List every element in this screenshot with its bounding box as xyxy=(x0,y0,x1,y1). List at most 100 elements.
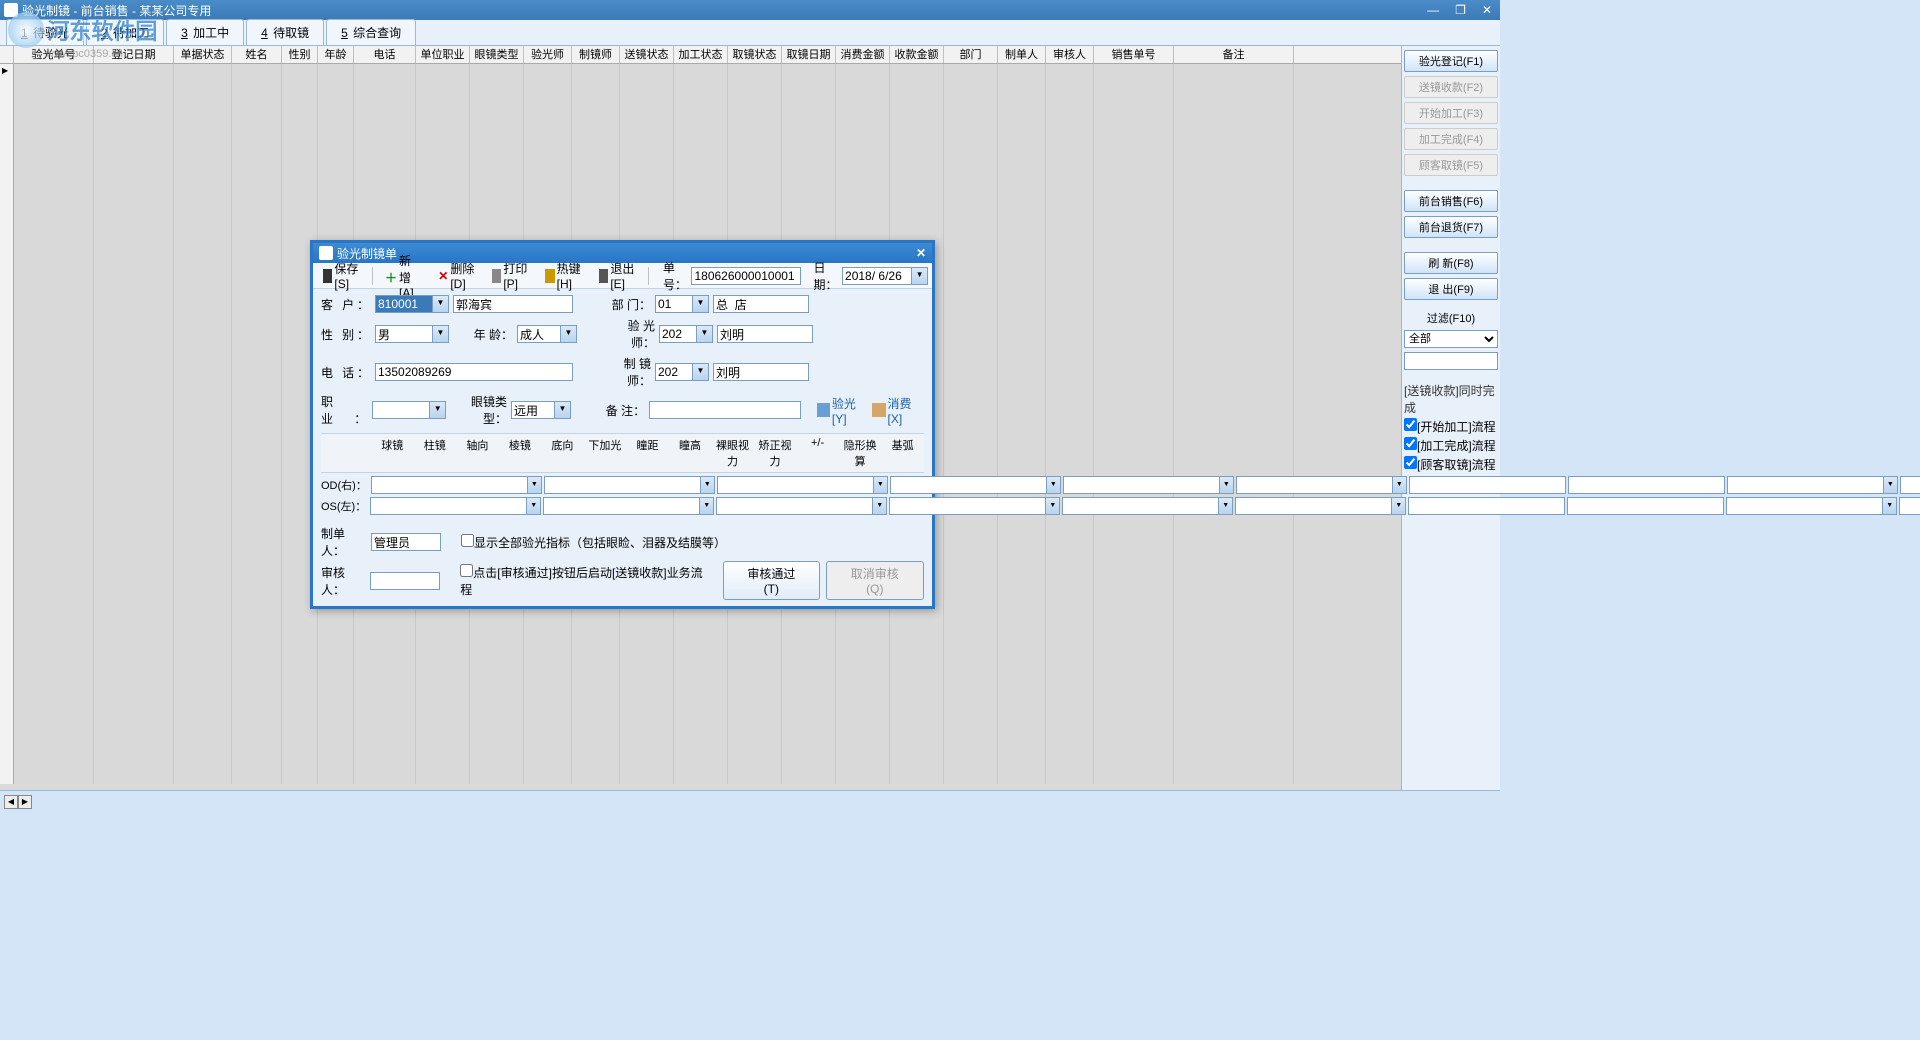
chevron-down-icon[interactable]: ▼ xyxy=(874,476,888,494)
optometrist-name-input[interactable] xyxy=(717,325,813,343)
glasses-type-select[interactable] xyxy=(511,401,555,419)
delete-button[interactable]: ✕删除[D] xyxy=(432,258,482,293)
rx-input[interactable] xyxy=(1900,476,1920,494)
rx-input[interactable] xyxy=(371,476,528,494)
rx-input[interactable] xyxy=(1726,497,1883,515)
chevron-down-icon[interactable]: ▼ xyxy=(1884,476,1898,494)
lensmaker-code-input[interactable] xyxy=(655,363,693,381)
col-header[interactable]: 销售单号 xyxy=(1094,46,1174,63)
exit-button[interactable]: 退 出(F9) xyxy=(1404,278,1498,300)
col-header[interactable]: 姓名 xyxy=(232,46,282,63)
chevron-down-icon[interactable]: ▼ xyxy=(1393,476,1407,494)
rx-input[interactable] xyxy=(1409,476,1566,494)
gender-dropdown-icon[interactable]: ▼ xyxy=(433,325,449,343)
col-header[interactable]: 取镜状态 xyxy=(728,46,782,63)
rx-input[interactable] xyxy=(544,476,701,494)
hotkey-button[interactable]: 热键[H] xyxy=(539,258,589,293)
rx-input[interactable] xyxy=(889,497,1046,515)
customer-name-input[interactable] xyxy=(453,295,573,313)
print-button[interactable]: 打印[P] xyxy=(486,258,535,293)
reviewer-input[interactable] xyxy=(370,572,440,590)
job-dropdown-icon[interactable]: ▼ xyxy=(430,401,446,419)
col-header[interactable]: 登记日期 xyxy=(94,46,174,63)
col-header[interactable]: 制镜师 xyxy=(572,46,620,63)
col-header[interactable]: 单位职业 xyxy=(416,46,470,63)
chevron-down-icon[interactable]: ▼ xyxy=(527,497,541,515)
date-input[interactable] xyxy=(842,267,912,285)
job-select[interactable] xyxy=(372,401,430,419)
chevron-down-icon[interactable]: ▼ xyxy=(701,476,715,494)
col-header[interactable]: 收款金额 xyxy=(890,46,944,63)
lensmaker-dropdown-icon[interactable]: ▼ xyxy=(693,363,709,381)
col-header[interactable]: 加工状态 xyxy=(674,46,728,63)
rx-input[interactable] xyxy=(890,476,1047,494)
optometrist-code-input[interactable] xyxy=(659,325,697,343)
chk-show-all[interactable]: 显示全部验光指标（包括眼睑、泪器及结膜等） xyxy=(461,534,726,551)
col-header[interactable]: 性别 xyxy=(282,46,318,63)
tab-3[interactable]: 3 加工中 xyxy=(166,19,244,45)
col-header[interactable]: 送镜状态 xyxy=(620,46,674,63)
optometrist-dropdown-icon[interactable]: ▼ xyxy=(697,325,713,343)
chk-process-done[interactable]: [加工完成]流程 xyxy=(1404,437,1498,454)
col-header[interactable]: 取镜日期 xyxy=(782,46,836,63)
refresh-button[interactable]: 刷 新(F8) xyxy=(1404,252,1498,274)
col-header[interactable]: 消费金额 xyxy=(836,46,890,63)
tab-5[interactable]: 5 综合查询 xyxy=(326,19,416,45)
minimize-button[interactable]: — xyxy=(1423,3,1443,17)
chevron-down-icon[interactable]: ▼ xyxy=(1046,497,1060,515)
consume-link[interactable]: 消费[X] xyxy=(872,395,924,426)
filter-input[interactable] xyxy=(1404,352,1498,370)
creator-input[interactable] xyxy=(371,533,441,551)
process-done-button[interactable]: 加工完成(F4) xyxy=(1404,128,1498,150)
rx-input[interactable] xyxy=(1899,497,1920,515)
send-pay-button[interactable]: 送镜收款(F2) xyxy=(1404,76,1498,98)
rx-input[interactable] xyxy=(1062,497,1219,515)
rx-input[interactable] xyxy=(1568,476,1725,494)
remark-input[interactable] xyxy=(649,401,801,419)
rx-input[interactable] xyxy=(1727,476,1884,494)
rx-input[interactable] xyxy=(1408,497,1565,515)
col-header[interactable]: 审核人 xyxy=(1046,46,1094,63)
maximize-button[interactable]: ❐ xyxy=(1451,3,1470,17)
rx-input[interactable] xyxy=(370,497,527,515)
rx-input[interactable] xyxy=(1063,476,1220,494)
chevron-down-icon[interactable]: ▼ xyxy=(1392,497,1406,515)
chk-auto-flow[interactable]: 点击[审核通过]按钮后启动[送镜收款]业务流程 xyxy=(460,564,711,598)
chk-start-process[interactable]: [开始加工]流程 xyxy=(1404,418,1498,435)
date-dropdown-icon[interactable]: ▼ xyxy=(912,267,928,285)
modal-close-button[interactable]: ✕ xyxy=(916,246,926,260)
rx-input[interactable] xyxy=(1567,497,1724,515)
register-button[interactable]: 验光登记(F1) xyxy=(1404,50,1498,72)
cancel-approve-button[interactable]: 取消审核(Q) xyxy=(826,561,924,600)
col-header[interactable] xyxy=(0,46,14,63)
lensmaker-name-input[interactable] xyxy=(713,363,809,381)
scroll-controls[interactable]: ◀▶ xyxy=(4,795,32,809)
chevron-down-icon[interactable]: ▼ xyxy=(700,497,714,515)
rx-input[interactable] xyxy=(1235,497,1392,515)
col-header[interactable]: 电话 xyxy=(354,46,416,63)
pickup-button[interactable]: 顾客取镜(F5) xyxy=(1404,154,1498,176)
front-sale-button[interactable]: 前台销售(F6) xyxy=(1404,190,1498,212)
rx-input[interactable] xyxy=(1236,476,1393,494)
dept-dropdown-icon[interactable]: ▼ xyxy=(693,295,709,313)
col-header[interactable]: 年龄 xyxy=(318,46,354,63)
chevron-down-icon[interactable]: ▼ xyxy=(1047,476,1061,494)
rx-input[interactable] xyxy=(716,497,873,515)
modal-exit-button[interactable]: 退出[E] xyxy=(593,258,642,293)
rx-input[interactable] xyxy=(717,476,874,494)
col-header[interactable]: 验光单号 xyxy=(14,46,94,63)
close-button[interactable]: ✕ xyxy=(1478,3,1496,17)
col-header[interactable]: 制单人 xyxy=(998,46,1046,63)
tab-4[interactable]: 4 待取镜 xyxy=(246,19,324,45)
tab-2[interactable]: 2 待加工 xyxy=(86,19,164,45)
customer-code-input[interactable] xyxy=(375,295,433,313)
col-header[interactable]: 备注 xyxy=(1174,46,1294,63)
rx-input[interactable] xyxy=(543,497,700,515)
approve-button[interactable]: 审核通过(T) xyxy=(723,561,819,600)
filter-select[interactable]: 全部 xyxy=(1404,330,1498,348)
add-button[interactable]: ＋新增[A] xyxy=(379,250,428,302)
dept-name-input[interactable] xyxy=(713,295,809,313)
age-select[interactable] xyxy=(517,325,561,343)
chevron-down-icon[interactable]: ▼ xyxy=(873,497,887,515)
chevron-down-icon[interactable]: ▼ xyxy=(528,476,542,494)
